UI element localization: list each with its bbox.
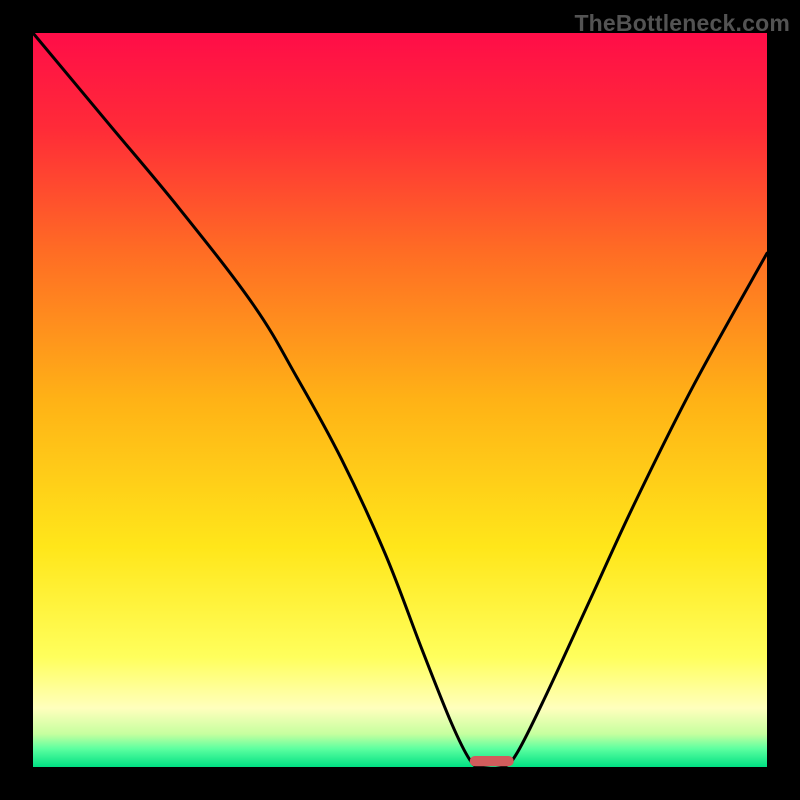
optimal-pill <box>470 756 514 766</box>
chart-background <box>33 33 767 767</box>
bottleneck-chart <box>33 33 767 767</box>
chart-markers <box>470 756 514 766</box>
chart-container: TheBottleneck.com <box>0 0 800 800</box>
